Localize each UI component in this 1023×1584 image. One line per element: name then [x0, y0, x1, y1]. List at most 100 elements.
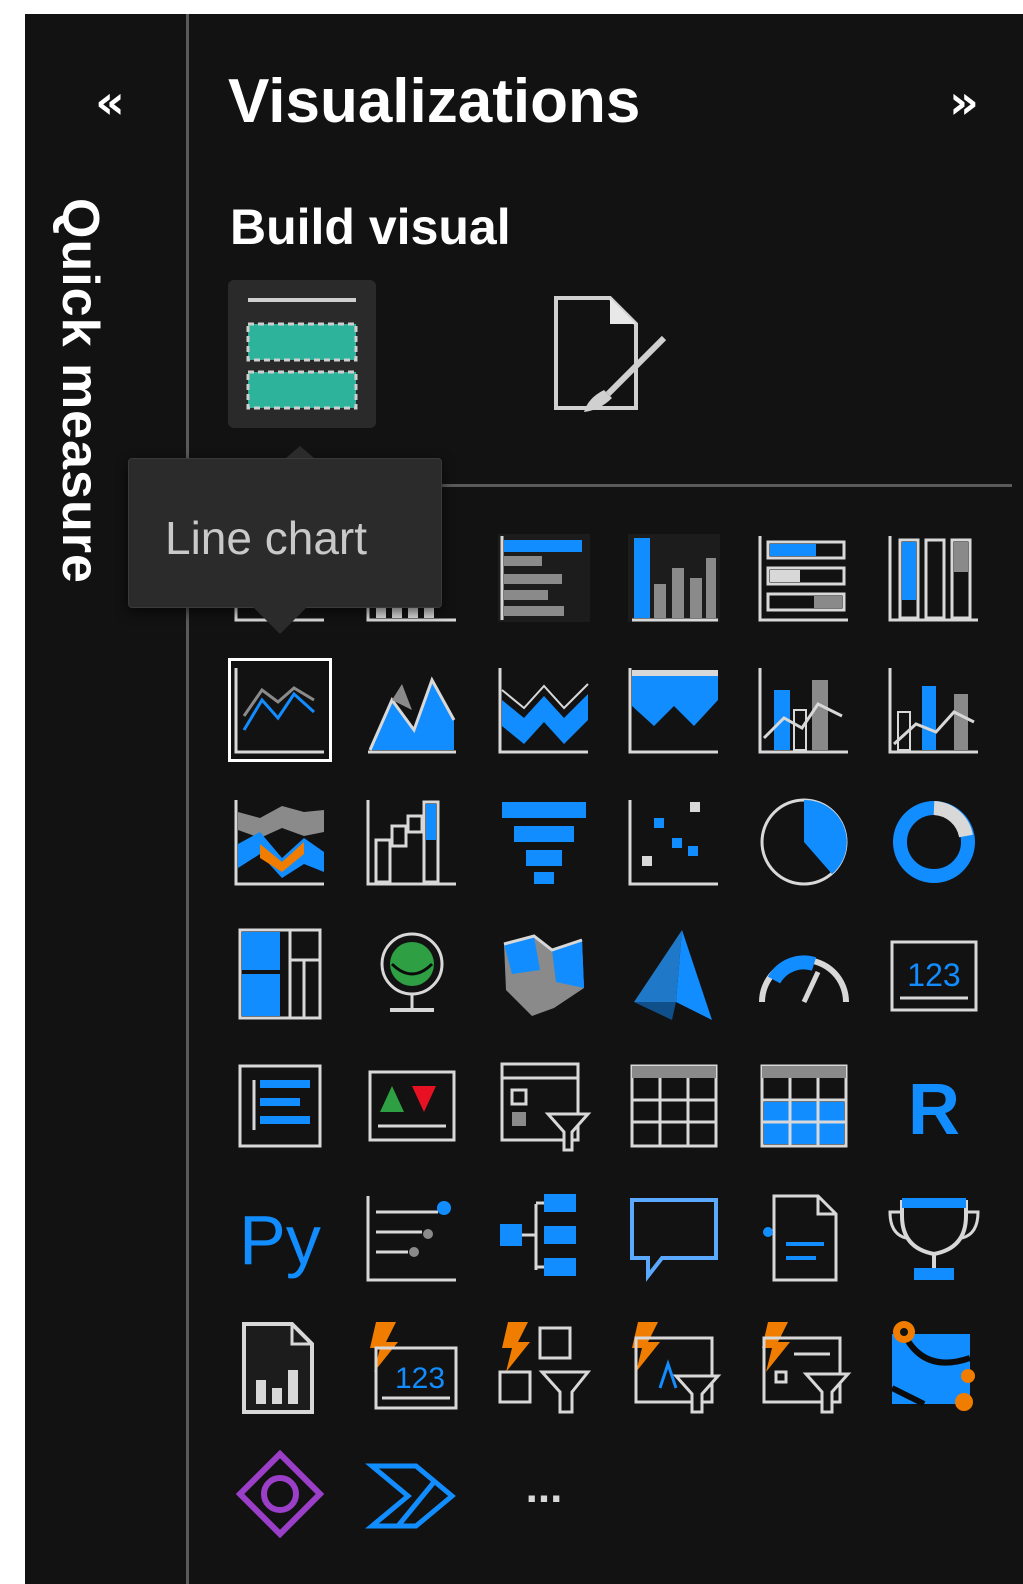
qa-icon: [630, 1198, 718, 1282]
visual-card-new-button[interactable]: 123: [362, 1318, 462, 1418]
python-visual-icon: Py: [239, 1201, 321, 1279]
visual-line-and-clustered-column-chart-button[interactable]: [884, 660, 984, 760]
card-icon: 123: [890, 940, 978, 1012]
gauge-icon: [759, 955, 849, 1004]
area-chart-icon: [368, 676, 456, 754]
card-new-icon: 123: [370, 1322, 458, 1410]
line-chart-icon: [234, 668, 324, 754]
visual-line-and-stacked-column-chart-button[interactable]: [754, 660, 854, 760]
tooltip: Line chart: [128, 458, 442, 608]
format-visual-button[interactable]: [528, 280, 676, 428]
visual-funnel-button[interactable]: [494, 792, 594, 892]
visual-donut-chart-button[interactable]: [884, 792, 984, 892]
donut-chart-icon: [893, 801, 975, 883]
decomposition-tree-icon: [500, 1194, 576, 1276]
visual-decomposition-tree-button[interactable]: [494, 1188, 594, 1288]
visual-card-button[interactable]: 123: [884, 924, 984, 1024]
expand-right-icon[interactable]: »: [936, 78, 992, 126]
format-visual-icon: [554, 296, 667, 412]
visual-area-chart-button[interactable]: [362, 660, 462, 760]
matrix-icon: [760, 1064, 848, 1148]
visual-power-automate-button[interactable]: [362, 1446, 462, 1546]
visual-kpi-button[interactable]: [362, 1056, 462, 1156]
svg-text:123: 123: [907, 957, 960, 993]
multi-row-card-icon: [238, 1064, 322, 1148]
quick-measure-rail-tab[interactable]: Quick measure: [50, 198, 110, 584]
power-automate-icon: [365, 1463, 456, 1529]
visual-table-button[interactable]: [624, 1056, 724, 1156]
visual-stacked-area-chart-button[interactable]: [494, 660, 594, 760]
visual-100-stacked-column-chart-button[interactable]: [884, 528, 984, 628]
visual-r-script-visual-button[interactable]: R: [884, 1056, 984, 1156]
visual-qa-button[interactable]: [624, 1188, 724, 1288]
svg-text:R: R: [908, 1070, 960, 1150]
arcgis-map-icon: [890, 1321, 975, 1411]
fields-button[interactable]: [228, 280, 376, 428]
line-and-clustered-column-chart-icon: [888, 668, 978, 754]
treemap-icon: [238, 928, 322, 1020]
visual-matrix-button[interactable]: [754, 1056, 854, 1156]
scatter-chart-icon: [628, 800, 718, 886]
svg-text:...: ...: [526, 1463, 563, 1512]
metrics-icon: [888, 1198, 980, 1280]
visual-clustered-column-chart-button[interactable]: [624, 528, 724, 628]
stacked-area-chart-icon: [498, 668, 589, 754]
visual-clustered-bar-chart-button[interactable]: [494, 528, 594, 628]
visual-slicer-button[interactable]: [494, 1056, 594, 1156]
visual-list-slicer-button[interactable]: [754, 1318, 854, 1418]
pane-title: Visualizations: [228, 67, 641, 136]
visual-scatter-chart-button[interactable]: [624, 792, 724, 892]
visual-map-button[interactable]: [362, 924, 462, 1024]
visual-slicer-new-button[interactable]: [494, 1318, 594, 1418]
build-visual-label: Build visual: [230, 199, 511, 255]
waterfall-chart-icon: [366, 800, 456, 886]
visual-metrics-button[interactable]: [884, 1188, 984, 1288]
visual-ribbon-chart-button[interactable]: [230, 792, 330, 892]
visual-key-influencers-button[interactable]: [362, 1188, 462, 1288]
visual-filled-map-button[interactable]: [494, 924, 594, 1024]
visual-arcgis-map-button[interactable]: [884, 1318, 984, 1418]
collapse-left-icon[interactable]: «: [86, 78, 134, 126]
slicer-new-icon: [498, 1322, 592, 1414]
smart-narrative-icon: [763, 1194, 838, 1282]
funnel-icon: [502, 802, 586, 884]
r-script-visual-icon: R: [908, 1070, 960, 1150]
clustered-bar-chart-icon: [498, 534, 590, 622]
svg-text:Py: Py: [239, 1201, 321, 1279]
ribbon-chart-icon: [234, 800, 324, 886]
clustered-column-chart-icon: [628, 534, 720, 622]
map-icon: [380, 932, 444, 1012]
table-icon: [630, 1064, 718, 1148]
pie-chart-icon: [760, 798, 848, 886]
filled-map-icon: [503, 934, 584, 1016]
100-stacked-area-chart-icon: [628, 668, 718, 754]
visual-paginated-report-button[interactable]: [230, 1318, 330, 1418]
line-and-stacked-column-chart-icon: [758, 668, 848, 754]
kpi-icon: [368, 1070, 456, 1142]
visual-azure-map-button[interactable]: [624, 924, 724, 1024]
visual-multi-row-card-button[interactable]: [230, 1056, 330, 1156]
tooltip-text: Line chart: [165, 512, 368, 564]
svg-text:123: 123: [395, 1362, 445, 1395]
visual-power-apps-button[interactable]: [230, 1446, 330, 1546]
rail-divider: [186, 14, 189, 1584]
slicer-icon: [500, 1062, 592, 1152]
paginated-report-icon: [242, 1322, 314, 1414]
visual-python-visual-button[interactable]: Py: [230, 1188, 330, 1288]
visual-treemap-button[interactable]: [230, 924, 330, 1024]
visual-smart-narrative-button[interactable]: [754, 1188, 854, 1288]
100-stacked-column-chart-icon: [888, 536, 978, 622]
more-visuals-icon: ...: [526, 1463, 563, 1512]
section-divider: [436, 484, 1012, 487]
visual-gauge-button[interactable]: [754, 924, 854, 1024]
tooltip-arrow-top: [286, 446, 314, 458]
visual-100-stacked-bar-chart-button[interactable]: [754, 528, 854, 628]
visual-100-stacked-area-chart-button[interactable]: [624, 660, 724, 760]
visual-pie-chart-button[interactable]: [754, 792, 854, 892]
fields-icon: [246, 298, 358, 410]
key-influencers-icon: [366, 1196, 456, 1282]
visual-line-chart-button[interactable]: [228, 658, 332, 762]
visual-more-visuals-button[interactable]: ...: [494, 1446, 594, 1546]
visual-waterfall-chart-button[interactable]: [362, 792, 462, 892]
visual-button-slicer-button[interactable]: [624, 1318, 724, 1418]
